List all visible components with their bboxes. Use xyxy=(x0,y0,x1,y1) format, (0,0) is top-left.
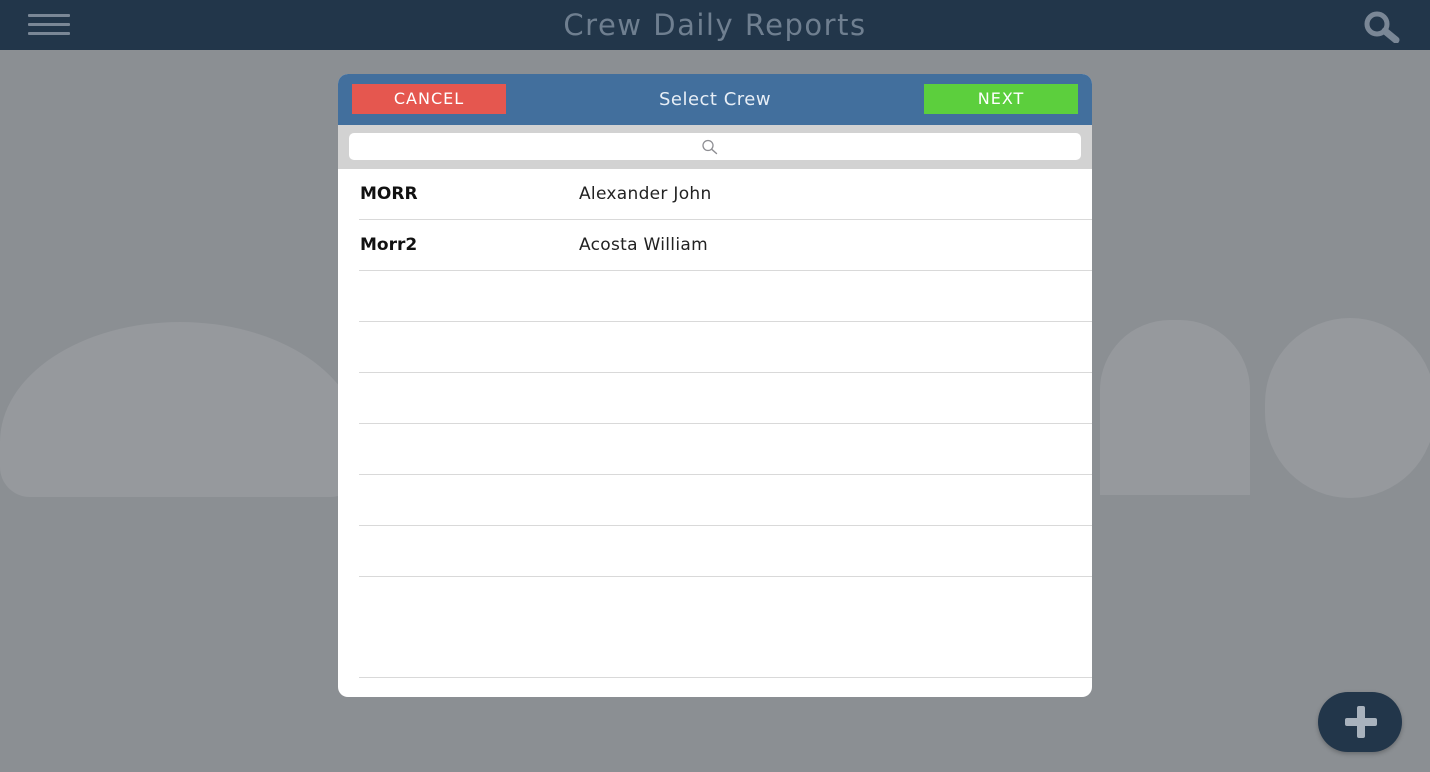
top-nav-bar: Crew Daily Reports xyxy=(0,0,1430,50)
dialog-header: Select Crew CANCEL NEXT xyxy=(338,74,1092,125)
empty-list-row xyxy=(359,373,1092,424)
crew-foreman-name: Alexander John xyxy=(579,184,712,204)
select-crew-dialog: Select Crew CANCEL NEXT MORR Alexander J… xyxy=(338,74,1092,697)
empty-list-row xyxy=(359,526,1092,577)
background-watermark-letter xyxy=(1265,318,1430,498)
search-field-container xyxy=(349,133,1081,160)
crew-code: MORR xyxy=(360,184,418,204)
empty-list-row xyxy=(359,322,1092,373)
empty-list-row xyxy=(359,475,1092,526)
plus-icon xyxy=(1357,706,1365,738)
cancel-button[interactable]: CANCEL xyxy=(352,84,506,114)
empty-list-row xyxy=(359,424,1092,475)
crew-row[interactable]: MORR Alexander John xyxy=(359,169,1092,220)
app-screen: Crew Daily Reports Select Crew CANCEL NE… xyxy=(0,0,1430,772)
page-title: Crew Daily Reports xyxy=(563,8,867,42)
background-watermark-shape xyxy=(0,322,360,497)
crew-search-bar xyxy=(338,125,1092,169)
search-icon[interactable] xyxy=(1360,9,1402,44)
crew-foreman-name: Acosta William xyxy=(579,235,708,255)
add-report-button[interactable] xyxy=(1318,692,1402,752)
background-watermark-letter xyxy=(1100,320,1250,495)
empty-list-row xyxy=(359,577,1092,678)
hamburger-menu-icon[interactable] xyxy=(28,14,70,36)
crew-row[interactable]: Morr2 Acosta William xyxy=(359,220,1092,271)
crew-list: MORR Alexander John Morr2 Acosta William xyxy=(338,169,1092,678)
crew-code: Morr2 xyxy=(360,235,418,255)
empty-list-row xyxy=(359,271,1092,322)
next-button[interactable]: NEXT xyxy=(924,84,1078,114)
crew-search-input[interactable] xyxy=(349,133,1081,160)
